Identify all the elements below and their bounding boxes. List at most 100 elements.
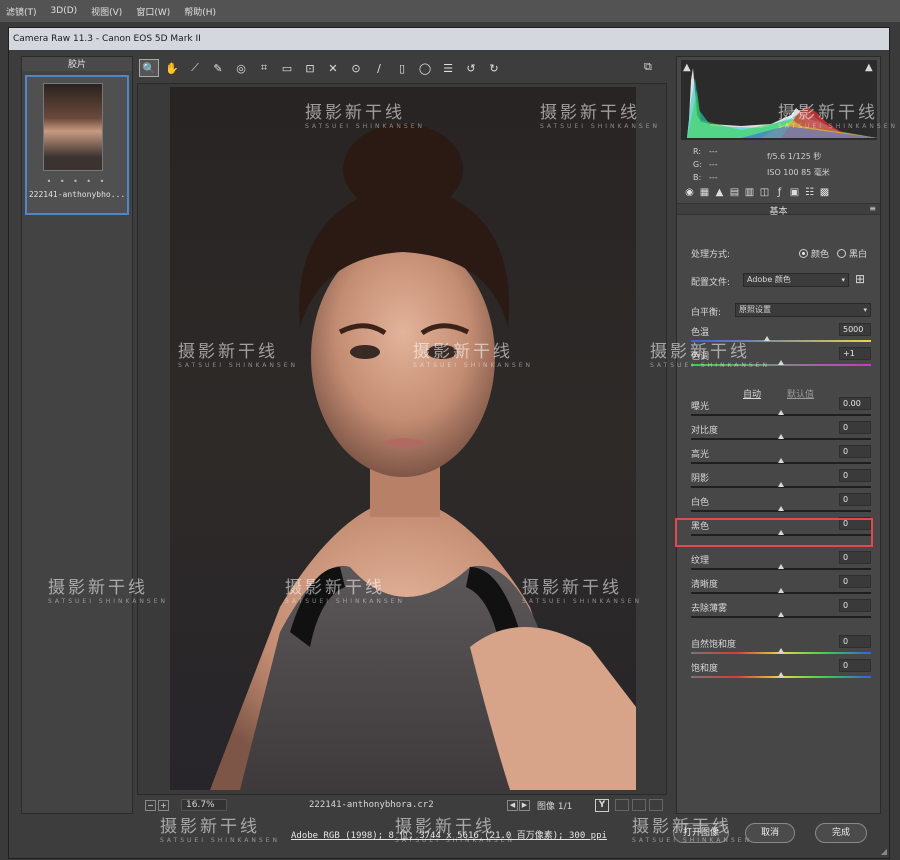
b-label: B:: [693, 173, 702, 182]
rotate-left-button[interactable]: ↺: [461, 59, 481, 77]
section-menu-icon[interactable]: ≡: [869, 204, 876, 213]
vibrance-slider-thumb[interactable]: [778, 648, 784, 653]
cancel-button[interactable]: 取消: [745, 823, 795, 843]
tint-value-input[interactable]: +1: [839, 347, 871, 360]
zoom-tool[interactable]: 🔍: [139, 59, 159, 77]
effects-tab-icon[interactable]: ƒ: [773, 187, 786, 199]
texture-value-input[interactable]: 0: [839, 551, 871, 564]
profile-row: 配置文件: Adobe 颜色 ▾ ⊞: [691, 272, 871, 297]
whites-value-input[interactable]: 0: [839, 493, 871, 506]
tint-slider-thumb[interactable]: [778, 360, 784, 365]
dehaze-slider-thumb[interactable]: [778, 612, 784, 617]
split-toning-tab-icon[interactable]: ▥: [743, 187, 756, 199]
profile-browser-icon[interactable]: ⊞: [855, 272, 865, 286]
wb-select[interactable]: 原照设置 ▾: [735, 303, 871, 317]
spot-removal-tool[interactable]: ✕: [323, 59, 343, 77]
zoom-out-button[interactable]: −: [145, 799, 156, 811]
watermark: 摄影新干线 SATSUEI SHINKANSEN: [540, 103, 660, 130]
color-sampler-tool[interactable]: ✎: [208, 59, 228, 77]
hand-tool[interactable]: ✋: [162, 59, 182, 77]
contrast-slider-thumb[interactable]: [778, 434, 784, 439]
chevron-down-icon: ▾: [841, 276, 845, 284]
graduated-filter-tool[interactable]: ▯: [392, 59, 412, 77]
saturation-value-input[interactable]: 0: [839, 659, 871, 672]
watermark: 摄影新干线 SATSUEI SHINKANSEN: [413, 342, 533, 369]
vibrance-value-input[interactable]: 0: [839, 635, 871, 648]
clarity-slider-row: 清晰度 0: [691, 575, 871, 599]
radial-filter-tool[interactable]: ◯: [415, 59, 435, 77]
r-value: ---: [709, 147, 718, 156]
zoom-level-select[interactable]: 16.7%: [181, 799, 227, 811]
lens-tab-icon[interactable]: ◫: [758, 187, 771, 199]
treatment-bw-label: 黑白: [849, 250, 868, 260]
tone-curve-tab-icon[interactable]: ▦: [698, 187, 711, 199]
filmstrip-thumbnail[interactable]: • • • • • 222141-anthonybho...: [25, 75, 129, 215]
watermark: 摄影新干线 SATSUEI SHINKANSEN: [178, 342, 298, 369]
presets-tab-icon[interactable]: ☷: [803, 187, 816, 199]
adjustment-brush-tool[interactable]: ∕: [369, 59, 389, 77]
snapshots-tab-icon[interactable]: ▩: [818, 187, 831, 199]
whites-slider-thumb[interactable]: [778, 506, 784, 511]
hsl-tab-icon[interactable]: ▤: [728, 187, 741, 199]
resize-grip-icon[interactable]: ◢: [881, 847, 887, 856]
contrast-value-input[interactable]: 0: [839, 421, 871, 434]
toolbar: 🔍 ✋ ⟋ ✎ ◎ ⌗ ▭ ⊡ ✕ ⊙ ∕ ▯ ◯ ☰ ↺ ↻: [139, 58, 665, 78]
watermark: 摄影新干线 SATSUEI SHINKANSEN: [778, 103, 898, 130]
saturation-slider-thumb[interactable]: [778, 672, 784, 677]
highlights-value-input[interactable]: 0: [839, 445, 871, 458]
exposure-slider-thumb[interactable]: [778, 410, 784, 415]
detail-tab-icon[interactable]: ▲: [713, 187, 726, 199]
exposure-value-input[interactable]: 0.00: [839, 397, 871, 410]
straighten-tool[interactable]: ▭: [277, 59, 297, 77]
preview-canvas[interactable]: [137, 83, 667, 795]
shadows-slider-thumb[interactable]: [778, 482, 784, 487]
highlight-clipping-icon[interactable]: ▲: [865, 62, 875, 73]
crop-tool[interactable]: ⌗: [254, 59, 274, 77]
shadows-label: 阴影: [691, 474, 710, 484]
zoom-in-button[interactable]: +: [158, 799, 169, 811]
prev-image-button[interactable]: ◀: [507, 799, 518, 811]
targeted-adjustment-tool[interactable]: ◎: [231, 59, 251, 77]
transform-tool[interactable]: ⊡: [300, 59, 320, 77]
clarity-slider-thumb[interactable]: [778, 588, 784, 593]
profile-select[interactable]: Adobe 颜色 ▾: [743, 273, 849, 287]
clarity-label: 清晰度: [691, 580, 719, 590]
watermark: 摄影新干线 SATSUEI SHINKANSEN: [48, 578, 168, 605]
menubar: 滤镜(T) 3D(D) 视图(V) 窗口(W) 帮助(H): [0, 0, 900, 22]
calibration-tab-icon[interactable]: ▣: [788, 187, 801, 199]
texture-highlight-box: [675, 518, 873, 547]
menu-filter[interactable]: 滤镜(T): [6, 5, 37, 18]
shadow-clipping-icon[interactable]: ▲: [683, 62, 693, 73]
treatment-color-radio[interactable]: 颜色: [799, 247, 829, 260]
highlights-slider-thumb[interactable]: [778, 458, 784, 463]
watermark: 摄影新干线 SATSUEI SHINKANSEN: [395, 817, 515, 844]
menu-3d[interactable]: 3D(D): [51, 6, 78, 16]
basic-tab-icon[interactable]: ◉: [683, 187, 696, 199]
menu-help[interactable]: 帮助(H): [184, 5, 216, 18]
panel-tabs: ◉ ▦ ▲ ▤ ▥ ◫ ƒ ▣ ☷ ▩: [681, 185, 877, 201]
texture-slider-thumb[interactable]: [778, 564, 784, 569]
temperature-value-input[interactable]: 5000: [839, 323, 871, 336]
next-image-button[interactable]: ▶: [519, 799, 530, 811]
dehaze-value-input[interactable]: 0: [839, 599, 871, 612]
filmstrip-panel: 胶片 • • • • • 222141-anthonybho...: [21, 56, 133, 814]
done-button[interactable]: 完成: [815, 823, 867, 843]
red-eye-tool[interactable]: ⊙: [346, 59, 366, 77]
toggle-settings-button[interactable]: [649, 799, 663, 811]
rating-stars[interactable]: • • • • •: [27, 177, 127, 186]
before-after-view-button[interactable]: Y: [595, 798, 609, 812]
exif-aperture-shutter: f/5.6 1/125 秒: [767, 152, 822, 161]
exposure-slider-row: 曝光 0.00: [691, 397, 871, 421]
treatment-bw-radio[interactable]: 黑白: [837, 247, 867, 260]
clarity-value-input[interactable]: 0: [839, 575, 871, 588]
treatment-color-label: 颜色: [811, 250, 830, 260]
shadows-value-input[interactable]: 0: [839, 469, 871, 482]
rotate-right-button[interactable]: ↻: [484, 59, 504, 77]
menu-view[interactable]: 视图(V): [91, 5, 122, 18]
menu-window[interactable]: 窗口(W): [136, 5, 170, 18]
swap-settings-button[interactable]: [615, 799, 629, 811]
preferences-button[interactable]: ☰: [438, 59, 458, 77]
white-balance-tool[interactable]: ⟋: [185, 59, 205, 77]
copy-settings-button[interactable]: [632, 799, 646, 811]
fullscreen-toggle-icon[interactable]: ⧉: [644, 60, 658, 74]
